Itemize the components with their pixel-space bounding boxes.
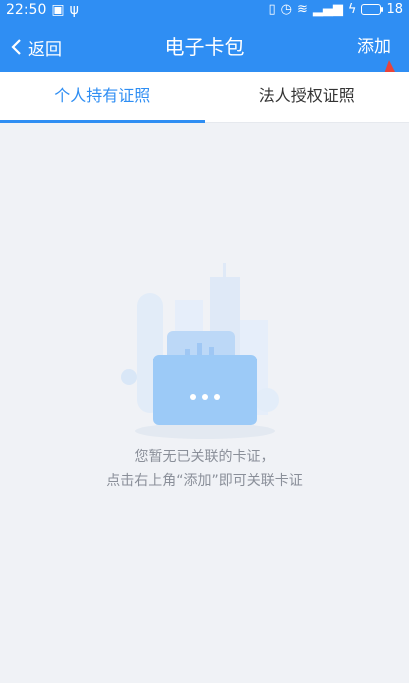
tab-corporate-licenses[interactable]: 法人授权证照 xyxy=(205,72,409,122)
empty-message-line-1: 您暂无已关联的卡证， xyxy=(134,449,275,465)
signal-icon: ▂▄▆ xyxy=(312,2,343,17)
status-bar: 22:50 ▣ ψ ▯ ◷ ≋ ▂▄▆ ϟ 18 xyxy=(0,0,409,22)
tab-bar: 个人持有证照 法人授权证照 xyxy=(0,72,409,123)
empty-state-message: 您暂无已关联的卡证， 点击右上角“添加”即可关联卡证 xyxy=(0,445,409,493)
page-title: 电子卡包 xyxy=(164,35,245,59)
notification-icon: ▣ xyxy=(51,2,65,18)
empty-message-line-2: 点击右上角“添加”即可关联卡证 xyxy=(106,473,303,489)
tab-personal-licenses[interactable]: 个人持有证照 xyxy=(0,72,205,123)
empty-card-wallet-illustration xyxy=(120,263,279,439)
charging-icon: ϟ xyxy=(347,2,357,17)
status-time: 22:50 xyxy=(6,2,47,18)
usb-icon: ψ xyxy=(69,2,79,18)
vibrate-icon: ▯ xyxy=(268,2,276,17)
empty-state xyxy=(0,255,409,445)
wifi-icon: ≋ xyxy=(296,2,308,17)
battery-level: 18 xyxy=(386,2,403,17)
nav-bar: 返回 电子卡包 添加 xyxy=(0,22,409,72)
battery-icon xyxy=(361,4,384,15)
alarm-icon: ◷ xyxy=(280,2,292,17)
